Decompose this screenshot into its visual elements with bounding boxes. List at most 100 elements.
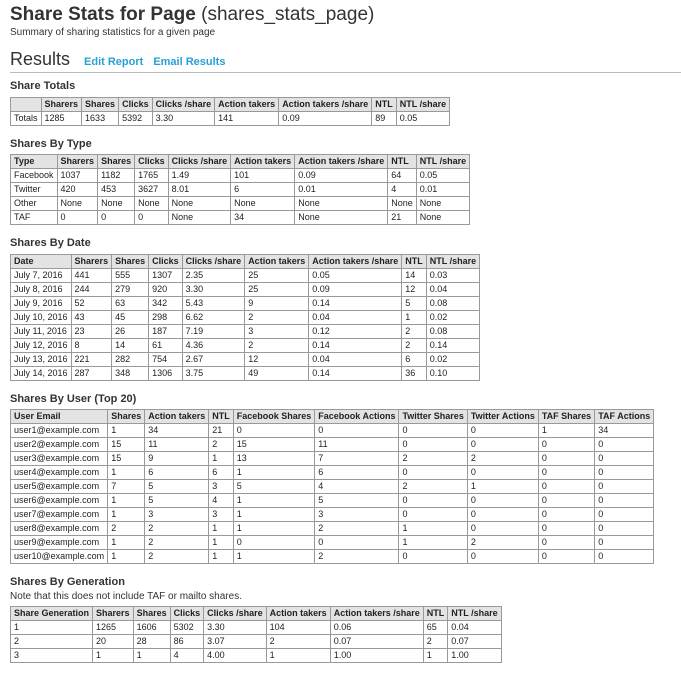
column-header: Action takers xyxy=(265,606,331,621)
page-title-text: Share Stats for Page xyxy=(10,4,196,25)
table-cell: 34 xyxy=(144,423,210,438)
table-cell: None xyxy=(294,196,389,211)
table-cell: 1 xyxy=(398,521,468,536)
shares-by-user-table: User Email Shares Action takers NTL Facebook… xyxy=(9,409,655,564)
table-cell: 0 xyxy=(232,423,316,438)
table-cell: 23 xyxy=(70,324,113,339)
table-cell: user7@example.com xyxy=(9,507,109,522)
table-cell: 3.07 xyxy=(203,634,267,649)
table-cell: 25 xyxy=(244,282,310,297)
table-cell: 3.30 xyxy=(203,620,267,635)
table-cell: 0 xyxy=(537,479,596,494)
table-row: user10@example.com 1 2 1 1 2 0 0 0 0 xyxy=(9,549,655,564)
table-row: Other None None None None None None None None xyxy=(10,196,471,211)
table-cell: 0 xyxy=(466,493,539,508)
table-cell: 4 xyxy=(314,479,400,494)
column-header: Clicks /share xyxy=(151,97,216,112)
table-cell: 6 xyxy=(314,465,400,480)
table-cell: 2 xyxy=(9,634,94,649)
table-cell: 8.01 xyxy=(167,182,232,197)
table-cell: 0.08 xyxy=(425,324,481,339)
table-cell: 221 xyxy=(70,352,113,367)
table-cell: user10@example.com xyxy=(9,549,109,564)
table-cell: 11 xyxy=(144,437,210,452)
column-header: Sharers xyxy=(56,154,99,169)
column-header: Clicks xyxy=(118,97,153,112)
column-header: Action takers xyxy=(144,409,210,424)
table-cell: Twitter xyxy=(10,182,58,197)
table-cell: 6 xyxy=(208,465,234,480)
edit-report-link[interactable]: Edit Report xyxy=(84,56,143,68)
table-header-row: Date Sharers Shares Clicks Clicks /share Acti… xyxy=(10,254,481,269)
table-cell: 4 xyxy=(387,182,417,197)
table-cell: 8 xyxy=(70,338,113,353)
column-header: Clicks /share xyxy=(203,606,267,621)
table-cell: 6 xyxy=(401,352,427,367)
table-cell: 1 xyxy=(232,549,316,564)
column-header: Twitter Actions xyxy=(466,409,539,424)
table-cell: 7.19 xyxy=(181,324,246,339)
column-header: NTL /share xyxy=(415,154,471,169)
table-cell: None xyxy=(387,196,417,211)
table-cell: user8@example.com xyxy=(9,521,109,536)
table-row: July 9, 2016 52 63 342 5.43 9 0.14 5 0.08 xyxy=(10,296,481,311)
table-cell: 21 xyxy=(387,210,417,225)
email-results-link[interactable]: Email Results xyxy=(153,56,225,68)
shares-by-date-table: Date Sharers Shares Clicks Clicks /share Acti… xyxy=(10,254,481,381)
column-header: Action takers /share xyxy=(278,97,373,112)
table-cell: user6@example.com xyxy=(9,493,109,508)
table-cell: 2 xyxy=(107,521,146,536)
table-cell: 2 xyxy=(401,324,427,339)
table-cell: 2 xyxy=(144,549,210,564)
table-cell: user9@example.com xyxy=(9,535,109,550)
table-cell: July 14, 2016 xyxy=(10,366,72,381)
table-cell: 0.04 xyxy=(308,352,403,367)
column-header: Shares xyxy=(97,154,136,169)
table-cell: 1 xyxy=(401,310,427,325)
table-cell: 12 xyxy=(244,352,310,367)
table-cell: 3 xyxy=(208,507,234,522)
table-cell: 141 xyxy=(214,111,280,126)
table-cell: 0.10 xyxy=(425,366,481,381)
table-cell: 15 xyxy=(107,451,146,466)
column-header: Action takers /share xyxy=(308,254,403,269)
column-header: Date xyxy=(10,254,72,269)
column-header: Clicks /share xyxy=(167,154,232,169)
shares-by-type-title: Shares By Type xyxy=(10,138,92,150)
column-header: Twitter Shares xyxy=(398,409,468,424)
table-row: Twitter 420 453 3627 8.01 6 0.01 4 0.01 xyxy=(10,182,471,197)
table-cell: 5.43 xyxy=(181,296,246,311)
table-cell: 1 xyxy=(208,549,234,564)
table-cell: 3.30 xyxy=(151,111,216,126)
table-cell: 920 xyxy=(148,282,183,297)
column-header: Shares xyxy=(107,409,146,424)
table-cell: 0.07 xyxy=(329,634,424,649)
table-header-row: User Email Shares Action takers NTL Facebook… xyxy=(9,409,655,424)
table-cell: 0 xyxy=(594,465,655,480)
table-cell: 0 xyxy=(537,437,596,452)
table-cell: 1 xyxy=(466,479,539,494)
table-cell: July 11, 2016 xyxy=(10,324,72,339)
table-cell: 1 xyxy=(9,620,94,635)
table-cell: 0.09 xyxy=(294,168,389,183)
table-cell: 5392 xyxy=(118,111,153,126)
table-row: 1 1265 1606 5302 3.30 104 0.06 65 0.04 xyxy=(9,620,502,635)
table-cell: 34 xyxy=(594,423,655,438)
table-cell: July 8, 2016 xyxy=(10,282,72,297)
table-cell: 0 xyxy=(466,507,539,522)
table-cell: 0 xyxy=(398,507,468,522)
table-cell: 2 xyxy=(401,338,427,353)
table-cell: 754 xyxy=(148,352,183,367)
table-cell: 2 xyxy=(244,338,310,353)
table-cell: 2 xyxy=(244,310,310,325)
table-cell: 4 xyxy=(208,493,234,508)
column-header: Sharers xyxy=(70,254,113,269)
table-cell: 2 xyxy=(208,437,234,452)
table-cell: 287 xyxy=(70,366,113,381)
table-cell: 0 xyxy=(594,479,655,494)
column-header: TAF Actions xyxy=(594,409,655,424)
table-cell: 0 xyxy=(314,535,400,550)
table-cell: user4@example.com xyxy=(9,465,109,480)
table-cell: 2 xyxy=(466,535,539,550)
table-cell: 0 xyxy=(466,423,539,438)
